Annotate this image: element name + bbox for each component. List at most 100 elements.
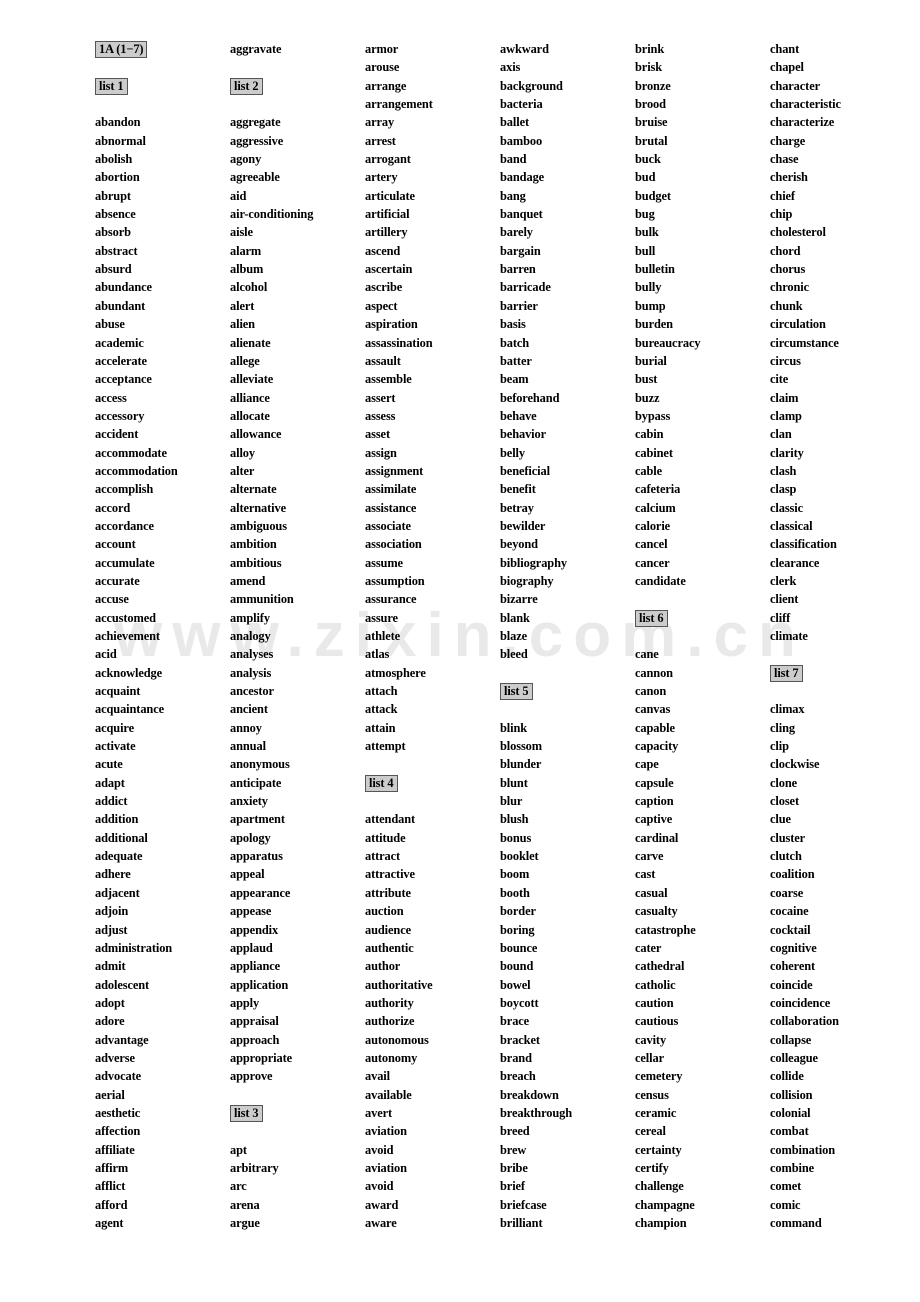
- vocabulary-word: cater: [635, 940, 662, 955]
- vocabulary-word: boom: [500, 867, 530, 882]
- list-tag-row: list 1: [95, 77, 230, 95]
- vocabulary-word: album: [230, 262, 264, 277]
- vocabulary-word: acknowledge: [95, 665, 163, 680]
- vocabulary-word: bracket: [500, 1032, 540, 1047]
- vocabulary-word: classic: [770, 500, 804, 515]
- vocabulary-word: abortion: [95, 170, 140, 185]
- vocabulary-word: charge: [770, 133, 806, 148]
- list-tag-row: list 2: [230, 77, 365, 95]
- vocabulary-word: cautious: [635, 1014, 679, 1029]
- vocabulary-word: absorb: [95, 225, 131, 240]
- vocabulary-word: avoid: [365, 1142, 394, 1157]
- vocabulary-word: alleviate: [230, 372, 274, 387]
- vocabulary-word: accessory: [95, 408, 145, 423]
- vocabulary-word: caution: [635, 995, 674, 1010]
- vocabulary-word: cast: [635, 867, 656, 882]
- vocabulary-word: bypass: [635, 408, 671, 423]
- vocabulary-word: clip: [770, 739, 789, 754]
- vocabulary-word: burden: [635, 317, 673, 332]
- vocabulary-word: amplify: [230, 610, 270, 625]
- vocabulary-word: apartment: [230, 812, 285, 827]
- vocabulary-word: assassination: [365, 335, 433, 350]
- vocabulary-word: attach: [365, 684, 398, 699]
- vocabulary-word: alarm: [230, 243, 262, 258]
- spacer-row: [230, 1122, 365, 1140]
- vocabulary-word: band: [500, 152, 527, 167]
- vocabulary-word: ceramic: [635, 1105, 677, 1120]
- vocabulary-word: ballet: [500, 115, 529, 130]
- vocabulary-word: accomplish: [95, 482, 154, 497]
- vocabulary-word: behave: [500, 408, 537, 423]
- vocabulary-word: chorus: [770, 262, 806, 277]
- vocabulary-word: bulk: [635, 225, 659, 240]
- vocabulary-word: aggravate: [230, 42, 282, 56]
- vocabulary-word: belly: [500, 445, 525, 460]
- vocabulary-word: coincidence: [770, 995, 831, 1010]
- vocabulary-word: alternate: [230, 482, 277, 497]
- vocabulary-word: ammunition: [230, 592, 294, 607]
- vocabulary-word: award: [365, 1197, 399, 1212]
- vocabulary-word: bizarre: [500, 592, 538, 607]
- vocabulary-word: circus: [770, 353, 801, 368]
- vocabulary-word: acquaint: [95, 684, 141, 699]
- vocabulary-word: available: [365, 1087, 412, 1102]
- vocabulary-word: cabin: [635, 427, 664, 442]
- list-section-tag: list 1: [95, 77, 128, 95]
- vocabulary-word: aspect: [365, 298, 398, 313]
- column-2: aggravate list 2 aggregate aggressive agon…: [230, 40, 365, 1302]
- vocabulary-word: census: [635, 1087, 669, 1102]
- vocabulary-word: canon: [635, 684, 667, 699]
- vocabulary-word: absence: [95, 207, 136, 222]
- vocabulary-word: adverse: [95, 1050, 135, 1065]
- vocabulary-word: bargain: [500, 243, 541, 258]
- vocabulary-word: beneficial: [500, 463, 550, 478]
- vocabulary-word: adopt: [95, 995, 125, 1010]
- spacer-row: [635, 627, 770, 645]
- vocabulary-word: analysis: [230, 665, 272, 680]
- vocabulary-word: cling: [770, 720, 795, 735]
- vocabulary-word: assimilate: [365, 482, 417, 497]
- vocabulary-word-list-page: www.zixin.com.cn 1A (1−7) list 1 abandon…: [0, 0, 920, 1302]
- vocabulary-word: adhere: [95, 867, 131, 882]
- vocabulary-word: certainty: [635, 1142, 682, 1157]
- vocabulary-word: carve: [635, 849, 664, 864]
- list-section-tag: list 2: [230, 77, 263, 95]
- list-section-tag: list 3: [230, 1104, 263, 1122]
- vocabulary-word: batch: [500, 335, 530, 350]
- vocabulary-word: boring: [500, 922, 535, 937]
- vocabulary-word: collaboration: [770, 1014, 839, 1029]
- vocabulary-word: brief: [500, 1179, 525, 1194]
- list-tag-row: list 6: [635, 609, 770, 627]
- vocabulary-word: blunder: [500, 757, 542, 772]
- vocabulary-word: bud: [635, 170, 656, 185]
- vocabulary-word: breed: [500, 1124, 530, 1139]
- vocabulary-word: bandage: [500, 170, 545, 185]
- vocabulary-word: background: [500, 78, 563, 93]
- vocabulary-word: arrange: [365, 78, 407, 93]
- vocabulary-word: brilliant: [500, 1216, 543, 1230]
- word-columns-container: 1A (1−7) list 1 abandon abnormal abolish ab…: [0, 0, 920, 1302]
- vocabulary-word: collapse: [770, 1032, 812, 1047]
- vocabulary-word: command: [770, 1216, 822, 1230]
- vocabulary-word: acute: [95, 757, 123, 772]
- vocabulary-word: aisle: [230, 225, 253, 240]
- vocabulary-word: ambiguous: [230, 518, 287, 533]
- vocabulary-word: coincide: [770, 977, 813, 992]
- vocabulary-word: bamboo: [500, 133, 543, 148]
- vocabulary-word: aggressive: [230, 133, 284, 148]
- vocabulary-word: cereal: [635, 1124, 666, 1139]
- vocabulary-word: cherish: [770, 170, 808, 185]
- vocabulary-word: combat: [770, 1124, 809, 1139]
- vocabulary-word: cafeteria: [635, 482, 681, 497]
- vocabulary-word: bewilder: [500, 518, 546, 533]
- vocabulary-word: cellar: [635, 1050, 664, 1065]
- vocabulary-word: apology: [230, 830, 271, 845]
- vocabulary-word: clarity: [770, 445, 804, 460]
- vocabulary-word: alter: [230, 463, 255, 478]
- vocabulary-word: colonial: [770, 1105, 811, 1120]
- vocabulary-word: cocaine: [770, 904, 809, 919]
- vocabulary-word: catastrophe: [635, 922, 696, 937]
- vocabulary-word: anonymous: [230, 757, 290, 772]
- vocabulary-word: arbitrary: [230, 1160, 279, 1175]
- vocabulary-word: ancestor: [230, 684, 274, 699]
